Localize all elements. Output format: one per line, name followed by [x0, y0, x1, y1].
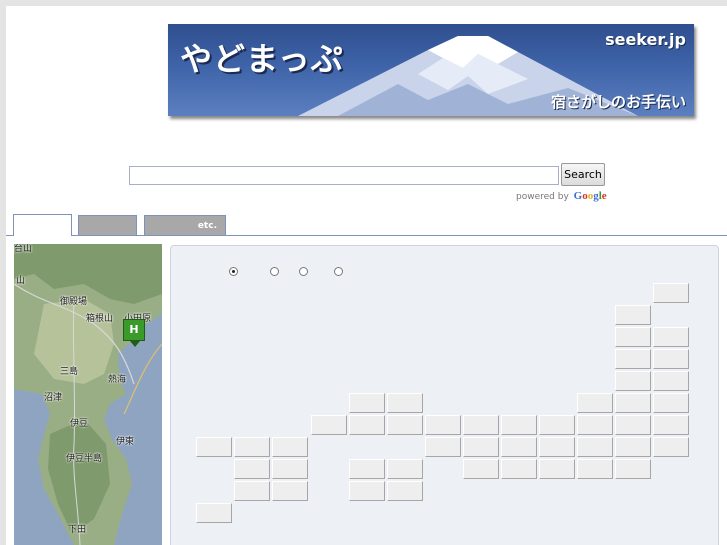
map-label: 山 — [16, 276, 26, 286]
prefecture-button[interactable] — [234, 437, 270, 457]
prefecture-button[interactable] — [653, 283, 689, 303]
prefecture-button[interactable] — [387, 481, 423, 501]
prefecture-button[interactable] — [196, 503, 232, 523]
powered-by-text: powered by — [516, 192, 569, 202]
prefecture-button[interactable] — [577, 415, 613, 435]
prefecture-button[interactable] — [196, 437, 232, 457]
prefecture-button[interactable] — [577, 459, 613, 479]
prefecture-button[interactable] — [577, 393, 613, 413]
map-label: 伊豆半島 — [66, 454, 103, 464]
tab-etc[interactable]: etc. — [144, 215, 226, 235]
prefecture-button[interactable] — [349, 459, 385, 479]
prefecture-button[interactable] — [234, 481, 270, 501]
prefecture-button[interactable] — [501, 437, 537, 457]
map-label: 伊豆 — [70, 419, 89, 429]
prefecture-button[interactable] — [311, 415, 347, 435]
prefecture-button[interactable] — [653, 393, 689, 413]
prefecture-button[interactable] — [615, 349, 651, 369]
banner-title: やどまっぷ — [180, 40, 344, 78]
prefecture-button[interactable] — [615, 437, 651, 457]
prefecture-button[interactable] — [615, 371, 651, 391]
region-radio-3[interactable] — [299, 267, 308, 276]
region-radio-4[interactable] — [334, 267, 343, 276]
tab-2[interactable] — [78, 215, 137, 235]
prefecture-button[interactable] — [349, 415, 385, 435]
prefecture-button[interactable] — [653, 327, 689, 347]
prefecture-button[interactable] — [463, 459, 499, 479]
search-input[interactable] — [129, 166, 559, 185]
search-button[interactable]: Search — [561, 163, 605, 186]
prefecture-button[interactable] — [463, 437, 499, 457]
prefecture-button[interactable] — [615, 305, 651, 325]
prefecture-button[interactable] — [387, 459, 423, 479]
map-label: 下田 — [68, 525, 87, 535]
page: やどまっぷ seeker.jp 宿さがしのお手伝い Search powered… — [6, 6, 727, 545]
region-radio-1[interactable] — [229, 267, 238, 276]
banner-tagline: 宿さがしのお手伝い — [550, 93, 686, 111]
hotel-marker-icon[interactable]: H — [123, 319, 145, 347]
google-logo: Google — [573, 190, 607, 202]
tab-1[interactable] — [13, 214, 72, 236]
prefecture-button[interactable] — [234, 459, 270, 479]
prefecture-button[interactable] — [272, 437, 308, 457]
powered-by-google: powered by Google — [516, 190, 607, 202]
prefecture-button[interactable] — [653, 437, 689, 457]
map-label: 御殿場 — [60, 297, 88, 307]
tab-bar-underline — [6, 235, 727, 236]
prefecture-map-panel — [170, 245, 719, 545]
banner-site-name: seeker.jp — [605, 30, 686, 49]
prefecture-button[interactable] — [615, 327, 651, 347]
map-label: 三島 — [60, 367, 79, 377]
prefecture-button[interactable] — [349, 393, 385, 413]
map-label: 沼津 — [44, 393, 63, 403]
region-radio-2[interactable] — [270, 267, 279, 276]
prefecture-button[interactable] — [539, 459, 575, 479]
prefecture-button[interactable] — [387, 415, 423, 435]
prefecture-button[interactable] — [425, 437, 461, 457]
prefecture-button[interactable] — [463, 415, 499, 435]
prefecture-button[interactable] — [425, 415, 461, 435]
map-label: 熱海 — [108, 375, 127, 385]
site-banner[interactable]: やどまっぷ seeker.jp 宿さがしのお手伝い — [168, 24, 694, 116]
map-label: 箱根山 — [86, 314, 114, 324]
prefecture-button[interactable] — [272, 481, 308, 501]
area-map[interactable]: 台山 山 御殿場 箱根山 小田原 三島 熱海 沼津 伊豆 伊東 伊豆半島 下田 … — [14, 244, 162, 545]
prefecture-button[interactable] — [349, 481, 385, 501]
prefecture-button[interactable] — [615, 459, 651, 479]
prefecture-button[interactable] — [653, 349, 689, 369]
prefecture-button[interactable] — [539, 415, 575, 435]
map-terrain — [14, 244, 162, 545]
prefecture-button[interactable] — [387, 393, 423, 413]
prefecture-button[interactable] — [615, 415, 651, 435]
map-label: 台山 — [14, 244, 33, 254]
prefecture-button[interactable] — [501, 415, 537, 435]
prefecture-button[interactable] — [501, 459, 537, 479]
prefecture-button[interactable] — [539, 437, 575, 457]
map-label: 伊東 — [116, 437, 135, 447]
prefecture-button[interactable] — [577, 437, 613, 457]
prefecture-button[interactable] — [653, 415, 689, 435]
prefecture-button[interactable] — [653, 371, 689, 391]
prefecture-button[interactable] — [615, 393, 651, 413]
prefecture-button[interactable] — [272, 459, 308, 479]
